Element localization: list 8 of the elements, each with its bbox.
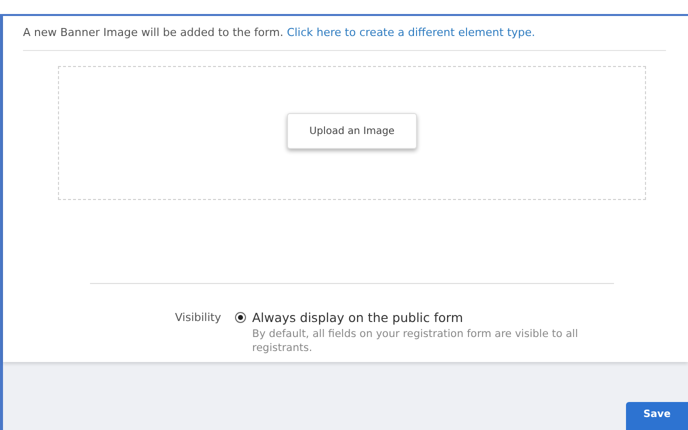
visibility-label: Visibility: [175, 310, 222, 326]
option-label: Always display on the public form: [252, 310, 464, 325]
intro-text: A new Banner Image will be added to the form. Click here to create a different element type.: [23, 16, 666, 51]
option-description: By default, all fields on your registration form are visible to all registrants.: [252, 327, 580, 355]
upload-button[interactable]: Upload an Image: [287, 113, 417, 149]
radio-button[interactable]: [235, 312, 246, 323]
change-type-link[interactable]: Click here to create a different element type.: [286, 26, 536, 39]
save-button[interactable]: Save: [626, 402, 688, 430]
